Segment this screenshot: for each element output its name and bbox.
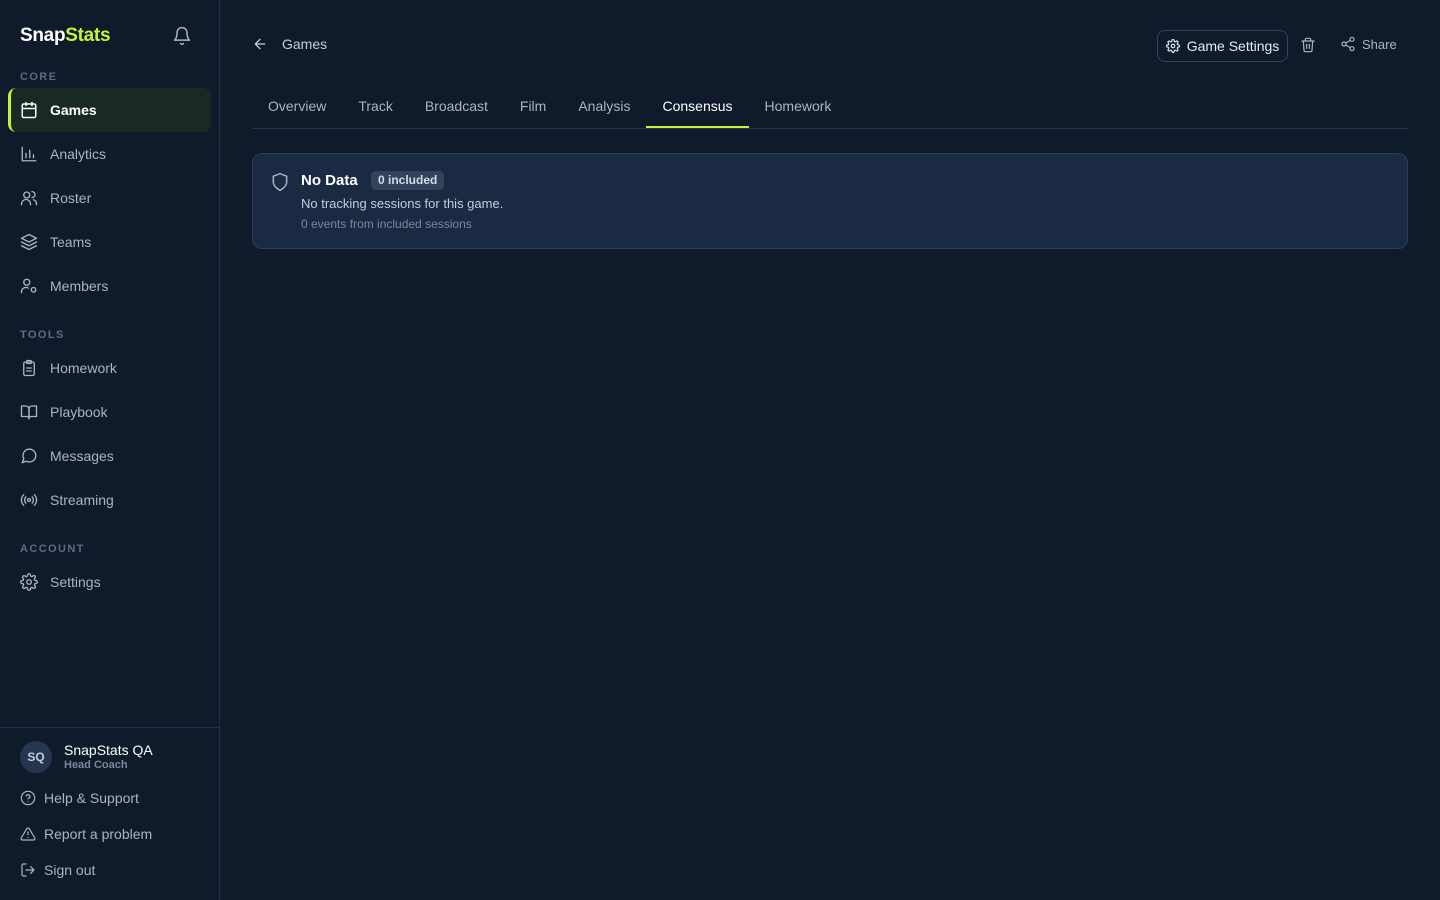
help-support-link[interactable]: Help & Support: [20, 790, 139, 806]
sidebar-item-label: Games: [50, 102, 97, 118]
back-label: Games: [282, 36, 328, 52]
sidebar: SnapStats CORE Games Analytics Roster Te…: [0, 0, 220, 900]
avatar: SQ: [20, 741, 52, 773]
arrow-left-icon: [252, 36, 268, 52]
tab-consensus[interactable]: Consensus: [646, 86, 749, 128]
sidebar-item-label: Streaming: [50, 492, 114, 508]
sidebar-item-label: Settings: [50, 574, 101, 590]
message-circle-icon: [20, 447, 38, 465]
sidebar-item-roster[interactable]: Roster: [8, 176, 211, 220]
section-label-account: ACCOUNT: [20, 543, 85, 555]
sidebar-item-streaming[interactable]: Streaming: [8, 478, 211, 522]
back-to-games-link[interactable]: Games: [252, 36, 327, 52]
tab-film[interactable]: Film: [504, 86, 562, 128]
sidebar-item-analytics[interactable]: Analytics: [8, 132, 211, 176]
alert-triangle-icon: [20, 826, 36, 842]
sidebar-item-label: Roster: [50, 190, 92, 206]
sidebar-item-homework[interactable]: Homework: [8, 346, 211, 390]
report-problem-label: Report a problem: [44, 826, 153, 842]
broadcast-icon: [20, 491, 38, 509]
sidebar-item-label: Messages: [50, 448, 114, 464]
share-icon: [1340, 36, 1356, 52]
gear-icon: [1165, 39, 1180, 53]
brand-part-2: Stats: [65, 25, 111, 46]
tab-broadcast[interactable]: Broadcast: [409, 86, 504, 128]
sidebar-item-settings[interactable]: Settings: [8, 560, 211, 604]
notifications-bell-icon[interactable]: [172, 26, 192, 46]
section-label-core: CORE: [20, 71, 58, 83]
help-circle-icon: [20, 790, 36, 806]
share-button[interactable]: Share: [1340, 36, 1397, 52]
help-support-label: Help & Support: [44, 790, 139, 806]
tab-track[interactable]: Track: [342, 86, 408, 128]
shield-icon: [270, 172, 290, 192]
brand-part-1: Snap: [20, 25, 66, 46]
game-settings-button[interactable]: Game Settings: [1157, 30, 1288, 62]
user-name: SnapStats QA: [64, 742, 153, 758]
user-cog-icon: [20, 277, 38, 295]
main-content: Games Game Settings Share Overview Track…: [220, 0, 1440, 900]
sidebar-item-label: Members: [50, 278, 109, 294]
user-profile[interactable]: SQ SnapStats QA Head Coach: [20, 741, 153, 773]
sidebar-footer: SQ SnapStats QA Head Coach Help & Suppor…: [0, 727, 219, 900]
sidebar-item-messages[interactable]: Messages: [8, 434, 211, 478]
sign-out-label: Sign out: [44, 862, 96, 878]
section-label-tools: TOOLS: [20, 329, 65, 341]
included-count-badge: 0 included: [371, 171, 445, 190]
users-icon: [20, 189, 38, 207]
brand-row: SnapStats: [20, 24, 200, 48]
consensus-status-card: No Data 0 included No tracking sessions …: [252, 153, 1408, 249]
clipboard-icon: [20, 359, 38, 377]
log-out-icon: [20, 862, 36, 878]
share-label: Share: [1362, 36, 1397, 52]
sidebar-item-label: Playbook: [50, 404, 108, 420]
game-settings-label: Game Settings: [1186, 38, 1280, 54]
tab-analysis[interactable]: Analysis: [562, 86, 646, 128]
sidebar-item-label: Homework: [50, 360, 117, 376]
trash-icon: [1300, 37, 1316, 56]
layers-icon: [20, 233, 38, 251]
sidebar-item-playbook[interactable]: Playbook: [8, 390, 211, 434]
sidebar-item-label: Teams: [50, 234, 92, 250]
card-title: No Data: [301, 172, 358, 189]
tab-overview[interactable]: Overview: [252, 86, 342, 128]
report-problem-link[interactable]: Report a problem: [20, 826, 152, 842]
sidebar-item-members[interactable]: Members: [8, 264, 211, 308]
sidebar-item-games[interactable]: Games: [8, 88, 211, 132]
delete-game-button[interactable]: [1298, 36, 1318, 56]
tab-homework[interactable]: Homework: [749, 86, 848, 128]
calendar-icon: [20, 101, 38, 119]
gear-icon: [20, 573, 38, 591]
game-tabs: Overview Track Broadcast Film Analysis C…: [252, 86, 1408, 129]
bar-chart-icon: [20, 145, 38, 163]
card-subtext: 0 events from included sessions: [301, 217, 472, 231]
user-role: Head Coach: [64, 759, 128, 771]
card-description: No tracking sessions for this game.: [301, 196, 504, 211]
sidebar-item-teams[interactable]: Teams: [8, 220, 211, 264]
sidebar-item-label: Analytics: [50, 146, 107, 162]
book-open-icon: [20, 403, 38, 421]
sign-out-link[interactable]: Sign out: [20, 862, 95, 878]
